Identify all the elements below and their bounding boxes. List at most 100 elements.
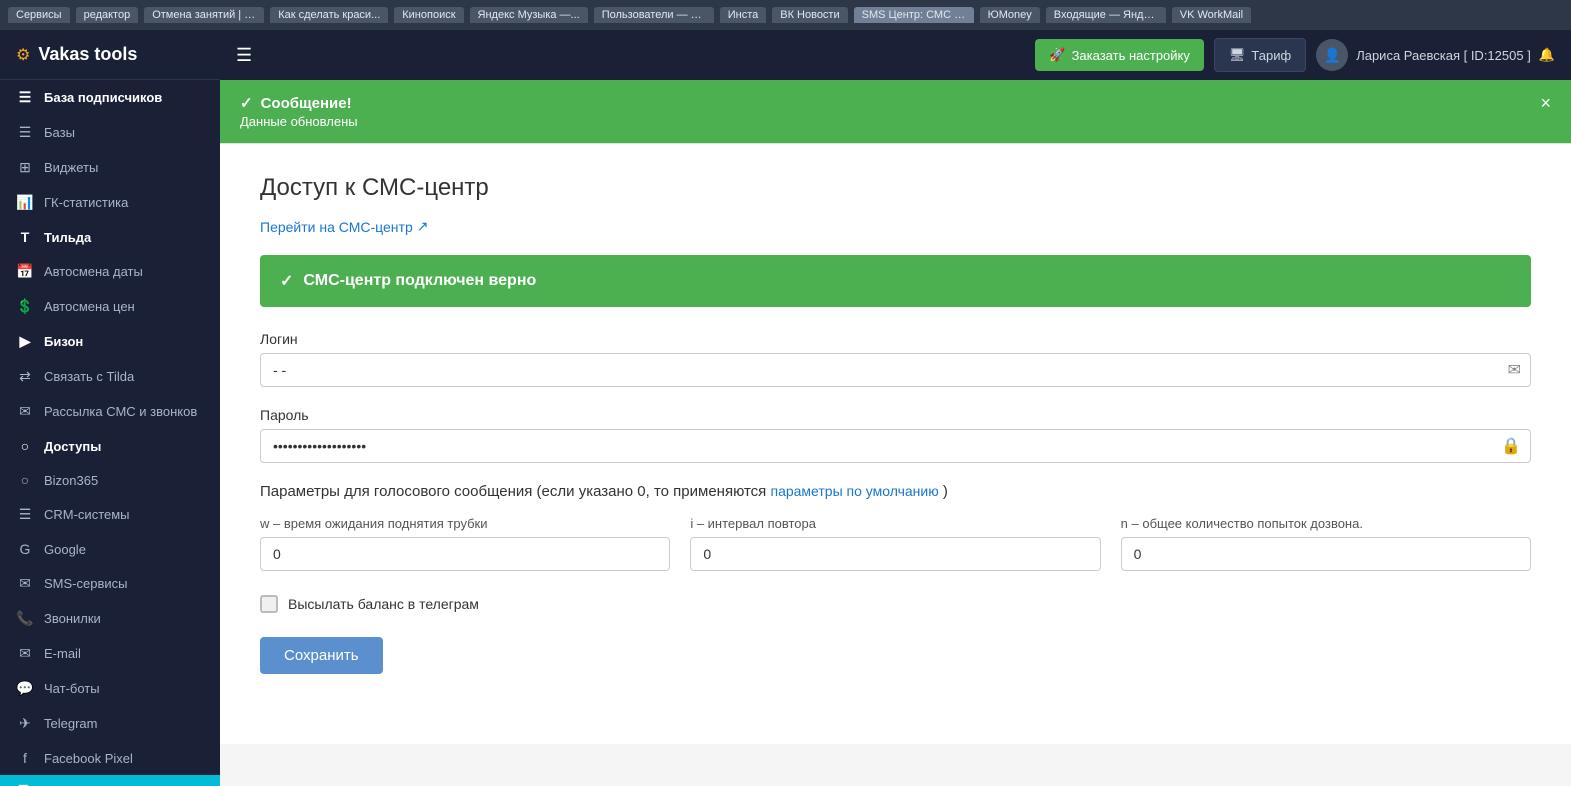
sidebar-item-label: Автосмена даты <box>44 264 143 279</box>
header-left: ☰ <box>236 45 252 66</box>
browser-tab-11[interactable]: Входящие — Янде... <box>1046 7 1166 23</box>
page-title: Доступ к СМС-центр <box>260 174 1531 202</box>
circle-icon: ○ <box>16 438 34 454</box>
sidebar-item-label: Виджеты <box>44 160 98 175</box>
params-default-link[interactable]: параметры по умолчанию <box>770 483 938 499</box>
tilda-icon: T <box>16 229 34 245</box>
sidebar-item-label: SMS-сервисы <box>44 576 127 591</box>
sidebar-item-autodate[interactable]: 📅 Автосмена даты <box>0 254 220 289</box>
param-i-group: i – интервал повтора <box>690 516 1100 571</box>
notification-banner: ✓ Сообщение! Данные обновлены × <box>220 80 1571 143</box>
browser-tab-8[interactable]: Инста <box>720 7 767 23</box>
sidebar-item-telegram[interactable]: ✈ Telegram <box>0 706 220 741</box>
sidebar-item-sms-services[interactable]: ✉ SMS-сервисы <box>0 566 220 601</box>
sidebar-item-calling[interactable]: 📞 Звонилки <box>0 601 220 636</box>
checkbox-label[interactable]: Высылать баланс в телеграм <box>288 596 479 612</box>
calendar-icon: 📅 <box>16 263 34 280</box>
param-n-label: n – общее количество попыток дозвона. <box>1121 516 1531 531</box>
notification-icon[interactable]: 🔔 <box>1539 47 1555 63</box>
sidebar-item-label: ГК-статистика <box>44 195 128 210</box>
sidebar-logo[interactable]: ⚙ Vakas tools <box>0 30 220 80</box>
sidebar-item-facebook-pixel[interactable]: f Facebook Pixel <box>0 741 220 775</box>
facebook-icon: f <box>16 750 34 766</box>
sidebar-item-bizon[interactable]: ▶ Бизон <box>0 324 220 359</box>
sidebar-item-accesses[interactable]: ○ Доступы <box>0 429 220 463</box>
browser-tab-9[interactable]: ВК Новости <box>772 7 847 23</box>
bases-icon: ☰ <box>16 124 34 141</box>
sms-icon: ✉ <box>16 403 34 420</box>
lock-icon: 🔒 <box>1501 436 1521 456</box>
envelope-icon: ✉ <box>1508 360 1521 380</box>
sidebar-item-connect-tilda[interactable]: ⇄ Связать с Tilda <box>0 359 220 394</box>
status-text: СМС-центр подключен верно <box>303 272 536 290</box>
browser-tab-4[interactable]: Как сделать краси... <box>270 7 388 23</box>
sidebar-item-label: Бизон <box>44 334 83 349</box>
param-w-input[interactable] <box>260 537 670 571</box>
browser-tab-7[interactable]: Пользователи — V... <box>594 7 714 23</box>
stats-icon: 📊 <box>16 194 34 211</box>
balance-telegram-checkbox[interactable] <box>260 595 278 613</box>
sidebar-item-label: Доступы <box>44 439 101 454</box>
sidebar-item-label: Bizon365 <box>44 473 98 488</box>
sidebar: ⚙ Vakas tools ☰ База подписчиков ☰ Базы … <box>0 30 220 786</box>
login-label: Логин <box>260 331 1531 347</box>
password-group: Пароль 🔒 <box>260 407 1531 463</box>
tariff-button[interactable]: 🖥 Тариф <box>1214 38 1306 72</box>
browser-tab-services[interactable]: Сервисы <box>8 7 70 23</box>
sidebar-item-autoprice[interactable]: 💲 Автосмена цен <box>0 289 220 324</box>
login-input[interactable] <box>260 353 1531 387</box>
sidebar-item-tilda[interactable]: T Тильда <box>0 220 220 254</box>
sidebar-item-bizon365[interactable]: ○ Bizon365 <box>0 463 220 497</box>
status-banner: ✓ СМС-центр подключен верно <box>260 255 1531 307</box>
password-input[interactable] <box>260 429 1531 463</box>
sidebar-item-docs[interactable]: 📄 Документация <box>0 775 220 786</box>
sidebar-item-label: Telegram <box>44 716 97 731</box>
notification-close-button[interactable]: × <box>1540 94 1551 112</box>
browser-bar: Сервисы редактор Отмена занятий | Е... К… <box>0 0 1571 30</box>
sidebar-item-sms-calls[interactable]: ✉ Рассылка СМС и звонков <box>0 394 220 429</box>
rocket-icon: 🚀 <box>1049 47 1065 63</box>
hamburger-button[interactable]: ☰ <box>236 45 252 66</box>
sidebar-item-widgets[interactable]: ⊞ Виджеты <box>0 150 220 185</box>
google-icon: G <box>16 541 34 557</box>
crm-icon: ☰ <box>16 506 34 523</box>
phone-icon: 📞 <box>16 610 34 627</box>
user-info: 👤 Лариса Раевская [ ID:12505 ] 🔔 <box>1316 39 1555 71</box>
sidebar-item-bases[interactable]: ☰ Базы <box>0 115 220 150</box>
sidebar-item-gk-stats[interactable]: 📊 ГК-статистика <box>0 185 220 220</box>
sidebar-item-label: CRM-системы <box>44 507 130 522</box>
param-w-group: w – время ожидания поднятия трубки <box>260 516 670 571</box>
sms-center-link[interactable]: Перейти на СМС-центр ↗ <box>260 218 428 235</box>
sidebar-item-google[interactable]: G Google <box>0 532 220 566</box>
header-right: 🚀 Заказать настройку 🖥 Тариф 👤 Лариса Ра… <box>1035 38 1555 72</box>
sidebar-item-chatbots[interactable]: 💬 Чат-боты <box>0 671 220 706</box>
sms-services-icon: ✉ <box>16 575 34 592</box>
sidebar-item-label: Базы <box>44 125 75 140</box>
link-label: Перейти на СМС-центр <box>260 219 413 235</box>
login-group: Логин ✉ <box>260 331 1531 387</box>
main-wrapper: ☰ 🚀 Заказать настройку 🖥 Тариф 👤 Лариса … <box>220 30 1571 786</box>
browser-tab-3[interactable]: Отмена занятий | Е... <box>144 7 264 23</box>
avatar: 👤 <box>1316 39 1348 71</box>
param-n-input[interactable] <box>1121 537 1531 571</box>
sidebar-item-base-subscribers[interactable]: ☰ База подписчиков <box>0 80 220 115</box>
browser-tab-sms[interactable]: SMS Центр: СМС р... <box>854 7 974 23</box>
browser-tab-10[interactable]: ЮMoney <box>980 7 1040 23</box>
browser-tab-6[interactable]: Яндекс Музыка —... <box>470 7 588 23</box>
sidebar-item-email[interactable]: ✉ E-mail <box>0 636 220 671</box>
browser-tab-5[interactable]: Кинопоиск <box>394 7 463 23</box>
param-n-group: n – общее количество попыток дозвона. <box>1121 516 1531 571</box>
content-area: Доступ к СМС-центр Перейти на СМС-центр … <box>220 144 1571 744</box>
params-row: w – время ожидания поднятия трубки i – и… <box>260 516 1531 571</box>
browser-tab-editor[interactable]: редактор <box>76 7 139 23</box>
sidebar-item-label: Связать с Tilda <box>44 369 134 384</box>
sidebar-item-crm[interactable]: ☰ CRM-системы <box>0 497 220 532</box>
param-i-input[interactable] <box>690 537 1100 571</box>
order-setup-button[interactable]: 🚀 Заказать настройку <box>1035 39 1204 71</box>
gear-icon: ⚙ <box>16 45 30 65</box>
login-input-wrapper: ✉ <box>260 353 1531 387</box>
link-icon: ⇄ <box>16 368 34 385</box>
password-label: Пароль <box>260 407 1531 423</box>
save-button[interactable]: Сохранить <box>260 637 383 674</box>
browser-tab-12[interactable]: VK WorkMail <box>1172 7 1251 23</box>
